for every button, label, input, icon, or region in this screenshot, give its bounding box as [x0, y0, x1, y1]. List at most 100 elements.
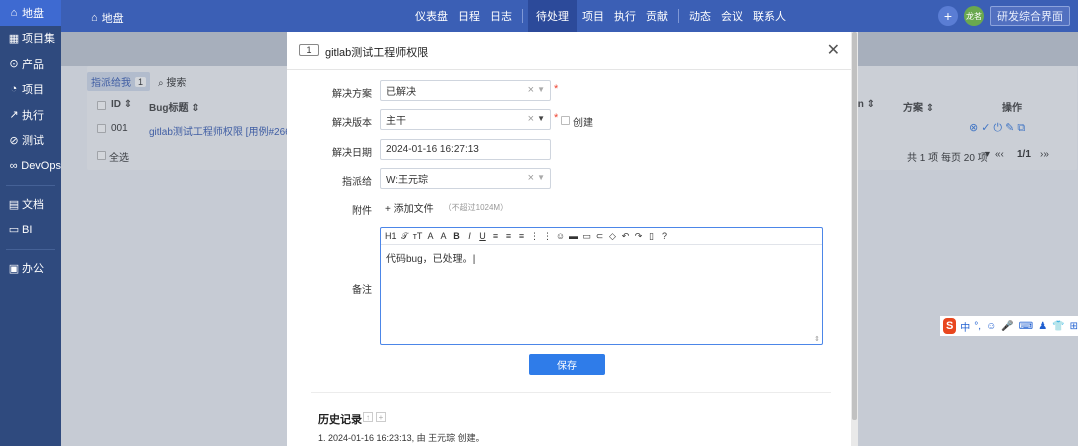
chart-icon: ▭	[8, 224, 20, 237]
sidebar-item-label: 执行	[22, 109, 44, 122]
nav-execution[interactable]: 执行	[609, 8, 641, 24]
nav-log[interactable]: 日志	[485, 8, 517, 24]
editor-tool-5[interactable]: B	[452, 230, 462, 242]
comment-label: 备注	[352, 285, 372, 296]
location-icon: ⊙	[9, 58, 19, 71]
text-cursor: |	[472, 254, 476, 265]
sidebar-item-office[interactable]: ▣ 办公	[0, 256, 61, 282]
editor-tool-0[interactable]: H1	[385, 230, 397, 242]
nav-project[interactable]: 项目	[577, 8, 609, 24]
build-select[interactable]: 主干 × ▼	[380, 109, 551, 130]
sidebar-item-run[interactable]: ↗ 执行	[0, 102, 61, 128]
editor-tool-21[interactable]: ?	[660, 230, 670, 242]
sidebar-item-search[interactable]: ⊘ 测试	[0, 128, 61, 154]
bug-id-badge: 1	[299, 44, 319, 56]
assign-value: W:王元琮	[386, 175, 429, 186]
sidebar-item-document[interactable]: ▤ 文档	[0, 192, 61, 218]
editor-tool-9[interactable]: ≡	[504, 230, 514, 242]
sidebar-item-home[interactable]: ⌂ 地盘	[0, 0, 61, 26]
resolve-bug-dialog: 1 gitlab测试工程师权限 ✕ 解决方案 已解决 × ▼ * 解决版本 主干…	[287, 32, 854, 446]
nav-dashboard[interactable]: 仪表盘	[410, 8, 453, 24]
sidebar-item-chart[interactable]: ▭ BI	[0, 217, 61, 243]
close-icon[interactable]: ✕	[827, 40, 840, 60]
ime-tool-6[interactable]: ⊞	[1070, 321, 1078, 332]
editor-tool-17[interactable]: ◇	[608, 230, 618, 242]
editor-tool-15[interactable]: ▭	[582, 230, 592, 242]
clear-icon[interactable]: ×	[528, 84, 534, 96]
ime-tool-4[interactable]: ♟	[1038, 321, 1047, 332]
comment-editor[interactable]: H1 𝒯тT A A B I U ≡ ≡ ≡ ⋮ ⋮ ☺ ▬ ▭ ⊂ ◇ ↶ ↷ ▯? 代码bug，已处理。| ⇕	[380, 227, 823, 345]
sidebar-item-label: 文档	[22, 199, 44, 212]
editor-tool-8[interactable]: ≡	[491, 230, 501, 242]
ime-tool-0[interactable]: °,	[974, 321, 981, 332]
ime-tool-3[interactable]: ⌨	[1019, 321, 1033, 332]
nav-meeting[interactable]: 会议	[716, 8, 748, 24]
assign-select[interactable]: W:王元琮 × ▼	[380, 168, 551, 189]
resolution-select[interactable]: 已解决 × ▼	[380, 80, 551, 101]
editor-tool-11[interactable]: ⋮	[530, 230, 540, 242]
editor-tool-20[interactable]: ▯	[647, 230, 657, 242]
nav-calendar[interactable]: 日程	[453, 8, 485, 24]
nav-dynamic[interactable]: 动态	[684, 8, 716, 24]
main-nav: 仪表盘 日程 日志 待处理 项目 执行 贡献 动态 会议 联系人	[410, 0, 791, 32]
ime-tool-1[interactable]: ☺	[986, 321, 996, 332]
editor-tool-4[interactable]: A	[439, 230, 449, 242]
ime-tool-5[interactable]: 👕	[1052, 321, 1064, 332]
plus-icon[interactable]: +	[938, 6, 958, 26]
nav-todo[interactable]: 待处理	[528, 0, 577, 32]
dialog-header: 1 gitlab测试工程师权限 ✕	[287, 32, 854, 70]
expand-icon[interactable]: +	[376, 412, 386, 422]
editor-tool-18[interactable]: ↶	[621, 230, 631, 242]
sidebar-item-label: 项目集	[22, 33, 55, 46]
infinity-icon: ∞	[9, 159, 18, 172]
editor-tool-12[interactable]: ⋮	[543, 230, 553, 242]
sidebar-item-bulb[interactable]: ◔ 项目	[0, 77, 61, 103]
editor-tool-2[interactable]: тT	[413, 230, 423, 242]
nav-divider	[678, 9, 679, 23]
switch-interface-button[interactable]: 研发综合界面	[990, 6, 1070, 26]
breadcrumb-home[interactable]: ⌂ 地盘	[91, 10, 124, 26]
date-input[interactable]: 2024-01-16 16:27:13	[380, 139, 551, 160]
ime-mode[interactable]: 中	[960, 319, 970, 334]
editor-tool-1[interactable]: 𝒯	[400, 230, 410, 242]
top-navbar: ⌂ 地盘 仪表盘 日程 日志 待处理 项目 执行 贡献 动态 会议 联系人 + …	[61, 0, 1078, 32]
editor-tool-10[interactable]: ≡	[517, 230, 527, 242]
build-label: 解决版本	[332, 118, 372, 129]
sidebar-item-label: 办公	[22, 263, 44, 276]
ime-tool-2[interactable]: 🎤	[1001, 321, 1013, 332]
dialog-title: gitlab测试工程师权限	[325, 47, 429, 59]
scrollbar-thumb[interactable]	[852, 32, 857, 420]
resize-handle[interactable]: ⇕	[814, 335, 820, 343]
sidebar-item-location[interactable]: ⊙ 产品	[0, 51, 61, 77]
avatar[interactable]: 龙茗	[964, 6, 984, 26]
save-button[interactable]: 保存	[529, 354, 605, 375]
sort-up-icon[interactable]: ↑	[363, 412, 373, 422]
grid-icon: ▦	[8, 32, 20, 45]
date-value: 2024-01-16 16:27:13	[386, 144, 479, 155]
topbar-right: + 龙茗 研发综合界面	[938, 6, 1070, 26]
editor-tool-13[interactable]: ☺	[556, 230, 566, 242]
assign-label: 指派给	[342, 177, 372, 188]
chevron-down-icon: ▼	[537, 173, 545, 182]
attachment-area: + 添加文件 （不超过1024M）	[385, 200, 508, 215]
add-file-button[interactable]: + 添加文件	[385, 200, 434, 215]
create-build-checkbox[interactable]	[561, 116, 570, 125]
editor-tool-3[interactable]: A	[426, 230, 436, 242]
sidebar-item-infinity[interactable]: ∞ DevOps	[0, 153, 61, 179]
clear-icon[interactable]: ×	[528, 172, 534, 184]
editor-tool-6[interactable]: I	[465, 230, 475, 242]
attachment-label: 附件	[352, 206, 372, 217]
comment-textarea[interactable]: 代码bug，已处理。|	[381, 245, 822, 270]
sidebar-item-label: BI	[22, 223, 33, 236]
editor-tool-19[interactable]: ↷	[634, 230, 644, 242]
nav-contacts[interactable]: 联系人	[748, 8, 791, 24]
sogou-logo-icon[interactable]: S	[943, 318, 957, 334]
clear-icon[interactable]: ×	[528, 113, 534, 125]
editor-tool-16[interactable]: ⊂	[595, 230, 605, 242]
sidebar-item-grid[interactable]: ▦ 项目集	[0, 26, 61, 52]
nav-contribution[interactable]: 贡献	[641, 8, 673, 24]
divider	[311, 392, 831, 393]
editor-tool-7[interactable]: U	[478, 230, 488, 242]
ime-toolbar: S 中 °, ☺ 🎤 ⌨ ♟ 👕 ⊞	[940, 316, 1078, 336]
editor-tool-14[interactable]: ▬	[569, 230, 579, 242]
